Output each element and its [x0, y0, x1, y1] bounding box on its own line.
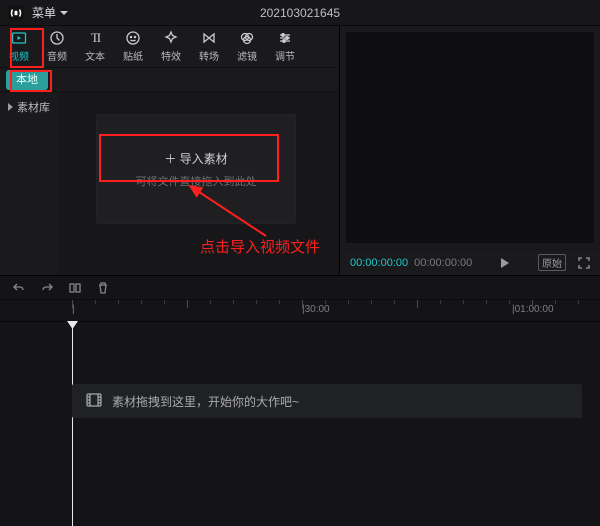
playhead[interactable] — [72, 322, 73, 526]
menu-label: 菜单 — [32, 4, 56, 21]
fullscreen-icon[interactable] — [578, 257, 590, 269]
film-icon — [86, 393, 102, 410]
import-main-label: ＋ 导入素材 — [164, 150, 227, 167]
ruler-tick — [578, 300, 579, 304]
ruler-label: |30:00 — [302, 304, 330, 315]
media-body: 素材库 ＋ 导入素材 可将文件直接拖入到此处 — [0, 92, 339, 275]
type-tab-video[interactable]: 视频 — [0, 26, 38, 68]
split-icon[interactable] — [68, 281, 82, 295]
ruler-tick — [187, 300, 188, 308]
aspect-ratio-button[interactable]: 原始 — [538, 254, 566, 271]
undo-icon[interactable] — [12, 281, 26, 295]
timeline-panel: ||30:00|01:00:00 素材拖拽到这里，开始你的大作吧~ — [0, 276, 600, 526]
ruler-tick — [325, 300, 326, 304]
time-current: 00:00:00:00 — [350, 257, 408, 269]
ruler-tick — [440, 300, 441, 304]
top-panels: 视频 音频 TI 文本 贴纸 特效 转场 滤镜 调节 本地 素材库 ＋ 导入素材 可将文件直接拖… — [0, 26, 600, 276]
media-panel: 视频 音频 TI 文本 贴纸 特效 转场 滤镜 调节 本地 素材库 ＋ 导入素材 可将文件直接拖… — [0, 26, 340, 275]
transition-icon — [201, 30, 217, 46]
timeline-empty-track[interactable]: 素材拖拽到这里，开始你的大作吧~ — [72, 384, 582, 418]
menu-button[interactable]: 菜单 — [32, 4, 68, 21]
ruler-tick — [532, 300, 533, 308]
title-bar: 菜单 202103021645 — [0, 0, 600, 26]
type-tab-adjust[interactable]: 调节 — [266, 26, 304, 68]
type-tab-label: 贴纸 — [123, 48, 143, 63]
type-tab-text[interactable]: TI 文本 — [76, 26, 114, 68]
source-tab-bar: 本地 — [0, 68, 339, 92]
ruler-tick — [486, 300, 487, 304]
video-icon — [11, 30, 27, 46]
ruler-tick — [348, 300, 349, 304]
type-tab-label: 转场 — [199, 48, 219, 63]
type-tab-label: 调节 — [275, 48, 295, 63]
ruler-tick — [279, 300, 280, 304]
type-tab-label: 滤镜 — [237, 48, 257, 63]
type-tab-label: 视频 — [9, 48, 29, 63]
media-sidebar: 素材库 — [0, 92, 60, 275]
time-total: 00:00:00:00 — [414, 257, 472, 269]
ruler-tick — [394, 300, 395, 304]
ruler-tick — [118, 300, 119, 304]
ruler-tick — [371, 300, 372, 304]
ruler-tick — [72, 300, 73, 308]
media-content: ＋ 导入素材 可将文件直接拖入到此处 — [60, 92, 339, 275]
effect-icon — [163, 30, 179, 46]
play-button[interactable] — [501, 258, 509, 268]
ruler-tick — [463, 300, 464, 304]
timeline-toolbar — [0, 276, 600, 300]
import-dropzone[interactable]: ＋ 导入素材 可将文件直接拖入到此处 — [96, 114, 296, 224]
type-tab-label: 文本 — [85, 48, 105, 63]
type-tab-sticker[interactable]: 贴纸 — [114, 26, 152, 68]
timeline-body[interactable]: 素材拖拽到这里，开始你的大作吧~ — [0, 322, 600, 526]
preview-timecode: 00:00:00:00 00:00:00:00 — [350, 257, 472, 269]
delete-icon[interactable] — [96, 281, 110, 295]
ruler-tick — [141, 300, 142, 304]
app-logo-icon — [6, 3, 26, 23]
ruler-tick — [210, 300, 211, 304]
ruler-tick — [95, 300, 96, 304]
sidebar-item-library[interactable]: 素材库 — [0, 92, 59, 122]
redo-icon[interactable] — [40, 281, 54, 295]
plus-icon: ＋ — [164, 152, 176, 166]
type-tab-label: 音频 — [47, 48, 67, 63]
type-tab-audio[interactable]: 音频 — [38, 26, 76, 68]
preview-controls: 00:00:00:00 00:00:00:00 原始 — [340, 249, 600, 275]
timeline-ruler[interactable]: ||30:00|01:00:00 — [0, 300, 600, 322]
audio-icon — [49, 30, 65, 46]
sticker-icon — [125, 30, 141, 46]
import-sub-label: 可将文件直接拖入到此处 — [136, 173, 257, 189]
chevron-down-icon — [60, 11, 68, 15]
type-tab-transition[interactable]: 转场 — [190, 26, 228, 68]
ruler-tick — [164, 300, 165, 304]
type-tab-label: 特效 — [161, 48, 181, 63]
ruler-tick — [302, 300, 303, 308]
project-title: 202103021645 — [260, 6, 340, 20]
preview-viewport — [346, 32, 594, 243]
ruler-tick — [509, 300, 510, 304]
triangle-right-icon — [8, 103, 13, 111]
sidebar-item-label: 素材库 — [17, 99, 50, 115]
type-tab-bar: 视频 音频 TI 文本 贴纸 特效 转场 滤镜 调节 — [0, 26, 339, 68]
preview-panel: 00:00:00:00 00:00:00:00 原始 — [340, 26, 600, 275]
timeline-empty-hint: 素材拖拽到这里，开始你的大作吧~ — [112, 393, 299, 410]
ruler-tick — [555, 300, 556, 304]
ruler-tick — [256, 300, 257, 304]
type-tab-effect[interactable]: 特效 — [152, 26, 190, 68]
ruler-tick — [417, 300, 418, 308]
ruler-tick — [233, 300, 234, 304]
filter-icon — [239, 30, 255, 46]
adjust-icon — [277, 30, 293, 46]
source-tab-local[interactable]: 本地 — [6, 70, 48, 90]
type-tab-filter[interactable]: 滤镜 — [228, 26, 266, 68]
text-icon: TI — [87, 30, 103, 46]
